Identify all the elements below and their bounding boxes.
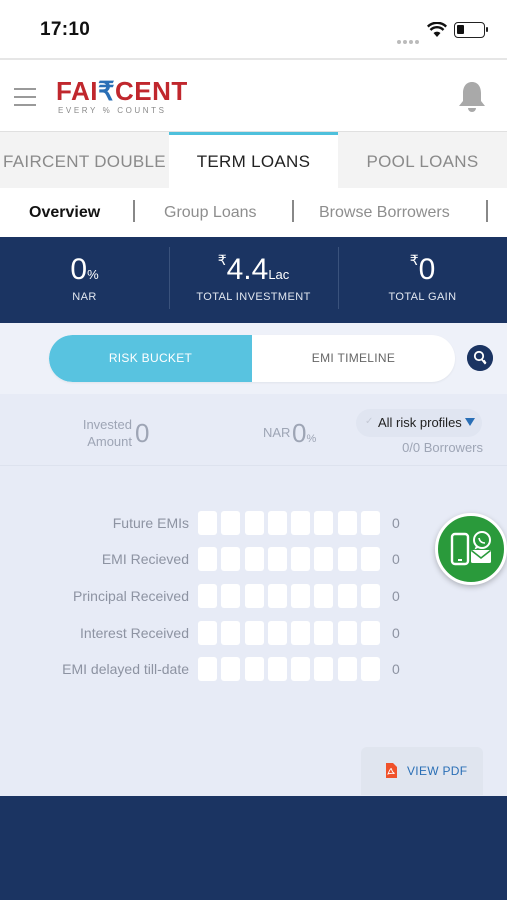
view-pdf-button[interactable]: VIEW PDF [361, 747, 483, 795]
tab-overview[interactable]: Overview [29, 204, 100, 222]
tab-divider [133, 200, 135, 222]
investment-unit: Lac [268, 267, 290, 282]
row-cells [198, 584, 384, 608]
signal-dots-icon [397, 31, 421, 44]
footer-band [0, 796, 507, 900]
summary-nar-value: 0% [292, 418, 317, 448]
gain-value: 0 [418, 253, 436, 286]
wifi-icon [427, 22, 447, 37]
risk-profile-dropdown[interactable]: ✓ All risk profiles [356, 409, 482, 437]
section-tabs: Overview Group Loans Browse Borrowers [0, 188, 507, 237]
row-cells [198, 621, 384, 645]
key-icon[interactable] [467, 345, 493, 371]
invested-amount-value: 0 [135, 418, 150, 448]
gain-rupee-symbol: ₹ [409, 252, 419, 268]
dropdown-arrow-icon [465, 418, 475, 426]
tab-pool-loans[interactable]: POOL LOANS [338, 132, 507, 188]
faircent-logo: FAI₹CENT EVERY % COUNTS [56, 78, 188, 115]
row-value: 0 [392, 588, 400, 604]
row-value: 0 [392, 515, 400, 531]
tab-term-loans[interactable]: TERM LOANS [169, 132, 338, 188]
investment-rupee-symbol: ₹ [217, 252, 227, 268]
emi-timeline-button[interactable]: EMI TIMELINE [252, 335, 455, 382]
row-emi-received: EMI Recieved 0 [0, 547, 507, 573]
view-toggle: RISK BUCKET EMI TIMELINE [49, 335, 455, 382]
app-screen: 17:10 FAI₹CENT EVERY % COUNTS FAIRCENT D… [0, 0, 507, 900]
row-principal-received: Principal Received 0 [0, 584, 507, 610]
investment-label: TOTAL INVESTMENT [196, 291, 311, 303]
nar-label: NAR [72, 291, 97, 303]
tab-browse-borrowers[interactable]: Browse Borrowers [319, 204, 450, 222]
tab-divider [486, 200, 488, 222]
logo-wordmark: FAI₹CENT [56, 76, 188, 106]
stat-total-gain: ₹0 TOTAL GAIN [338, 237, 507, 323]
loan-type-tabs: FAIRCENT DOUBLE TERM LOANS POOL LOANS [0, 132, 507, 188]
hamburger-menu-icon[interactable] [14, 88, 36, 106]
stat-total-investment: ₹4.4Lac TOTAL INVESTMENT [169, 237, 338, 323]
row-label: EMI delayed till-date [62, 661, 189, 677]
risk-bucket-button[interactable]: RISK BUCKET [49, 335, 252, 382]
app-header: FAI₹CENT EVERY % COUNTS [0, 58, 507, 132]
view-toggle-bar: RISK BUCKET EMI TIMELINE [0, 323, 507, 394]
pdf-icon [386, 763, 397, 778]
gain-label: TOTAL GAIN [388, 291, 457, 303]
status-time: 17:10 [40, 19, 91, 40]
row-label: Principal Received [73, 588, 189, 604]
row-interest-received: Interest Received 0 [0, 621, 507, 647]
contact-support-button[interactable] [435, 513, 507, 585]
row-label: Future EMIs [112, 515, 189, 531]
notification-bell-icon[interactable] [457, 80, 487, 112]
portfolio-summary: Invested Amount 0 NAR 0% ✓ All risk profi… [0, 394, 507, 466]
row-value: 0 [392, 625, 400, 641]
row-emi-delayed: EMI delayed till-date 0 [0, 657, 507, 683]
tab-faircent-double[interactable]: FAIRCENT DOUBLE [0, 132, 169, 188]
logo-tagline: EVERY % COUNTS [58, 106, 167, 115]
view-pdf-label: VIEW PDF [407, 764, 468, 778]
row-cells [198, 657, 384, 681]
row-value: 0 [392, 551, 400, 567]
portfolio-stats: 0% NAR ₹4.4Lac TOTAL INVESTMENT ₹0 TOTAL… [0, 237, 507, 323]
row-label: Interest Received [80, 625, 189, 641]
check-icon: ✓ [365, 416, 374, 427]
row-cells [198, 511, 384, 535]
nar-value: 0 [70, 253, 88, 286]
battery-icon [454, 22, 488, 38]
row-label: EMI Recieved [101, 551, 189, 567]
status-bar: 17:10 [0, 0, 507, 58]
stat-nar: 0% NAR [0, 237, 169, 323]
investment-value: 4.4 [226, 253, 269, 286]
borrowers-count: 0/0 Borrowers [402, 440, 483, 455]
risk-profile-selected: All risk profiles [378, 415, 462, 430]
tab-group-loans[interactable]: Group Loans [164, 204, 257, 222]
overview-content: RISK BUCKET EMI TIMELINE Invested Amount … [0, 323, 507, 796]
row-cells [198, 547, 384, 571]
phone-whatsapp-mail-icon [450, 531, 491, 566]
nar-unit: % [87, 267, 99, 282]
row-value: 0 [392, 661, 400, 677]
tab-divider [292, 200, 294, 222]
row-future-emis: Future EMIs 0 [0, 511, 507, 537]
invested-amount-label: Invested Amount [82, 417, 132, 449]
summary-nar-label: NAR [263, 425, 291, 440]
